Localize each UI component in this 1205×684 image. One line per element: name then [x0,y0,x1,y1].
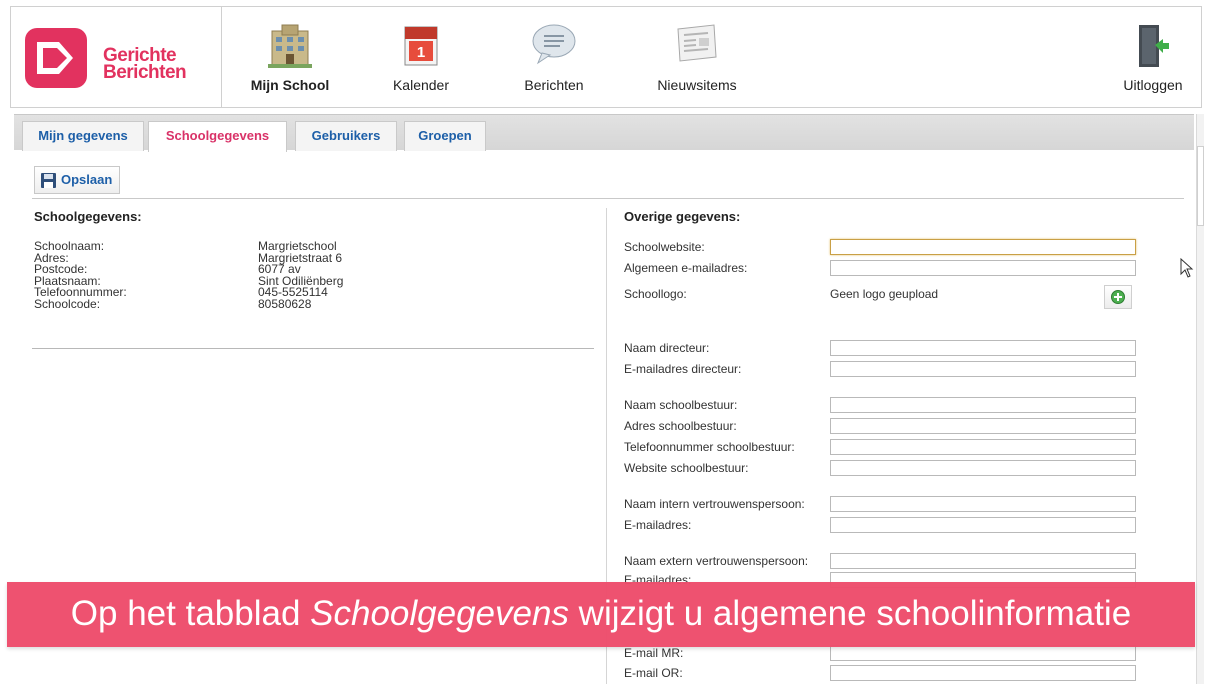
caption-banner: Op het tabblad Schoolgegevens wijzigt u … [7,582,1195,647]
label-intern-email: E-mailadres: [624,518,692,532]
nav-nieuwsitems[interactable]: Nieuwsitems [637,7,757,107]
internal-confidant-email-input[interactable] [830,517,1136,533]
brand-name: Gerichte Berichten [103,46,187,83]
board-website-input[interactable] [830,460,1136,476]
internal-confidant-name-input[interactable] [830,496,1136,512]
label-algemeen-email: Algemeen e-mailadres: [624,261,748,275]
label-intern-vertrouwenspersoon: Naam intern vertrouwenspersoon: [624,497,805,511]
vertical-scrollbar[interactable] [1196,114,1204,684]
tab-bar: Mijn gegevens Schoolgegevens Gebruikers … [14,114,1194,152]
schoolwebsite-input[interactable] [830,239,1136,255]
tab-mijn-gegevens[interactable]: Mijn gegevens [22,121,144,151]
label-telefoon-schoolbestuur: Telefoonnummer schoolbestuur: [624,440,795,454]
school-info-title: Schoolgegevens: [34,209,142,224]
add-circle-icon [1111,290,1125,304]
scroll-thumb[interactable] [1197,146,1204,226]
calendar-icon: 1 [404,26,438,66]
other-info-title: Overige gegevens: [624,209,741,224]
nav-kalender[interactable]: 1 Kalender [366,7,476,107]
toolbar-divider [32,198,1184,199]
speech-bubble-icon [532,24,576,65]
label-email-or: E-mail OR: [624,666,683,680]
svg-text:1: 1 [417,44,425,61]
tab-schoolgegevens[interactable]: Schoolgegevens [148,121,287,152]
caption-text-after: wijzigt u algemene schoolinformatie [568,594,1132,633]
school-info-divider [32,348,594,349]
logo-status-text: Geen logo geupload [830,287,939,301]
nav-berichten[interactable]: Berichten [499,7,609,107]
mouse-pointer-icon [1180,258,1194,278]
label-schoolwebsite: Schoolwebsite: [624,240,705,254]
newspaper-icon [677,24,717,62]
label-email-directeur: E-mailadres directeur: [624,362,742,376]
school-info-values: Margrietschool Margrietstraat 6 6077 av … [258,240,343,311]
label-email-mr: E-mail MR: [624,646,684,660]
save-button[interactable]: Opslaan [34,166,120,194]
floppy-disk-icon [41,173,56,188]
director-name-input[interactable] [830,340,1136,356]
caption-text-emphasis: Schoolgegevens [310,594,569,633]
label-naam-schoolbestuur: Naam schoolbestuur: [624,398,738,412]
school-info-labels: Schoolnaam: Adres: Postcode: Plaatsnaam:… [34,240,127,311]
exit-door-icon [1139,25,1169,67]
label-extern-vertrouwenspersoon: Naam extern vertrouwenspersoon: [624,554,809,568]
external-confidant-name-input[interactable] [830,553,1136,569]
brand-line-2: Berichten [103,62,187,83]
nav-label-berichten: Berichten [524,77,584,93]
logout-button[interactable]: Uitloggen [1111,7,1195,107]
save-button-label: Opslaan [61,172,113,187]
board-name-input[interactable] [830,397,1136,413]
general-email-input[interactable] [830,260,1136,276]
label-schoolcode: Schoolcode: [34,296,101,311]
nav-mijn-school[interactable]: Mijn School [231,7,349,107]
value-schoolcode: 80580628 [258,296,312,311]
nav-label-nieuwsitems: Nieuwsitems [657,77,737,93]
nav-label-uitloggen: Uitloggen [1123,77,1183,93]
add-logo-button[interactable] [1104,285,1132,309]
nav-label-kalender: Kalender [392,77,450,93]
tab-gebruikers[interactable]: Gebruikers [295,121,397,151]
label-schoollogo: Schoollogo: [624,287,687,301]
tab-groepen[interactable]: Groepen [404,121,486,151]
email-or-input[interactable] [830,665,1136,681]
top-header: Gerichte Berichten Mijn School 1 Kalende… [10,6,1202,108]
school-building-icon [268,24,312,68]
board-phone-input[interactable] [830,439,1136,455]
nav-label-mijn-school: Mijn School [250,77,330,93]
label-website-schoolbestuur: Website schoolbestuur: [624,461,749,475]
email-mr-input[interactable] [830,645,1136,661]
board-address-input[interactable] [830,418,1136,434]
brand-logo[interactable]: Gerichte Berichten [11,7,222,107]
caption-text-before: Op het tabblad [70,594,311,633]
director-email-input[interactable] [830,361,1136,377]
logo-mark-icon [25,28,87,88]
label-naam-directeur: Naam directeur: [624,341,710,355]
label-adres-schoolbestuur: Adres schoolbestuur: [624,419,737,433]
